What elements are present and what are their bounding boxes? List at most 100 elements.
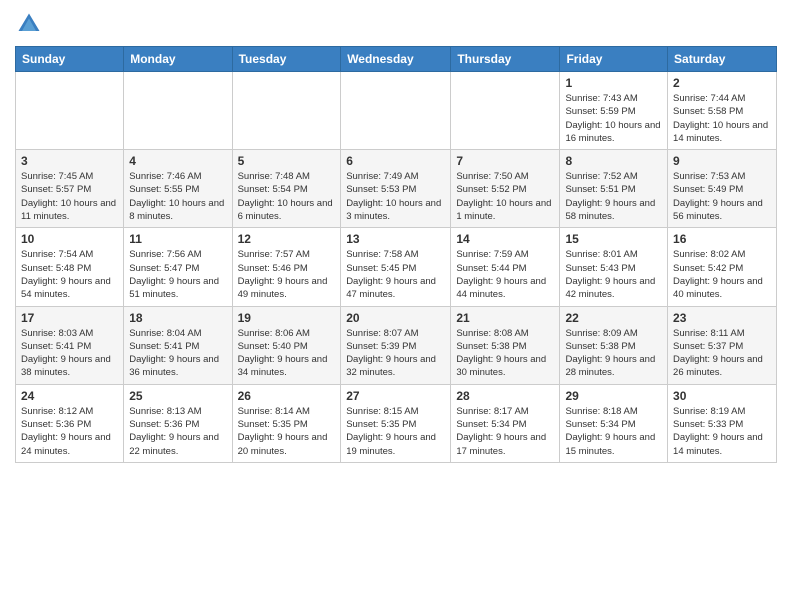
day-number: 8 <box>565 154 662 168</box>
day-number: 25 <box>129 389 226 403</box>
day-number: 21 <box>456 311 554 325</box>
day-number: 13 <box>346 232 445 246</box>
day-cell: 2Sunrise: 7:44 AM Sunset: 5:58 PM Daylig… <box>668 72 777 150</box>
day-number: 29 <box>565 389 662 403</box>
header-row: SundayMondayTuesdayWednesdayThursdayFrid… <box>16 47 777 72</box>
day-info: Sunrise: 7:48 AM Sunset: 5:54 PM Dayligh… <box>238 170 336 223</box>
day-cell: 17Sunrise: 8:03 AM Sunset: 5:41 PM Dayli… <box>16 306 124 384</box>
day-cell <box>341 72 451 150</box>
day-number: 30 <box>673 389 771 403</box>
day-number: 14 <box>456 232 554 246</box>
day-cell: 5 Sunrise: 7:48 AM Sunset: 5:54 PM Daylig… <box>232 150 341 228</box>
day-info: Sunrise: 7:59 AM Sunset: 5:44 PM Dayligh… <box>456 248 554 301</box>
day-info: Sunrise: 8:04 AM Sunset: 5:41 PM Dayligh… <box>129 327 226 380</box>
day-info: Sunrise: 8:03 AM Sunset: 5:41 PM Dayligh… <box>21 327 118 380</box>
day-info: Sunrise: 8:19 AM Sunset: 5:33 PM Dayligh… <box>673 405 771 458</box>
day-cell: 9 Sunrise: 7:53 AM Sunset: 5:49 PM Daylig… <box>668 150 777 228</box>
day-cell: 27 Sunrise: 8:15 AM Sunset: 5:35 PM Dayli… <box>341 384 451 462</box>
day-info: Sunrise: 8:15 AM Sunset: 5:35 PM Dayligh… <box>346 405 445 458</box>
day-cell: 7 Sunrise: 7:50 AM Sunset: 5:52 PM Daylig… <box>451 150 560 228</box>
day-number: 11 <box>129 232 226 246</box>
day-cell: 3Sunrise: 7:45 AM Sunset: 5:57 PM Daylig… <box>16 150 124 228</box>
day-info: Sunrise: 7:54 AM Sunset: 5:48 PM Dayligh… <box>21 248 118 301</box>
day-number: 24 <box>21 389 118 403</box>
day-number: 16 <box>673 232 771 246</box>
week-row-2: 3Sunrise: 7:45 AM Sunset: 5:57 PM Daylig… <box>16 150 777 228</box>
day-number: 9 <box>673 154 771 168</box>
day-header-friday: Friday <box>560 47 668 72</box>
day-cell: 13 Sunrise: 7:58 AM Sunset: 5:45 PM Dayli… <box>341 228 451 306</box>
week-row-4: 17Sunrise: 8:03 AM Sunset: 5:41 PM Dayli… <box>16 306 777 384</box>
day-cell: 6 Sunrise: 7:49 AM Sunset: 5:53 PM Daylig… <box>341 150 451 228</box>
day-header-monday: Monday <box>124 47 232 72</box>
day-cell: 8 Sunrise: 7:52 AM Sunset: 5:51 PM Daylig… <box>560 150 668 228</box>
day-info: Sunrise: 8:17 AM Sunset: 5:34 PM Dayligh… <box>456 405 554 458</box>
day-info: Sunrise: 7:52 AM Sunset: 5:51 PM Dayligh… <box>565 170 662 223</box>
day-info: Sunrise: 8:14 AM Sunset: 5:35 PM Dayligh… <box>238 405 336 458</box>
day-info: Sunrise: 8:12 AM Sunset: 5:36 PM Dayligh… <box>21 405 118 458</box>
day-info: Sunrise: 8:01 AM Sunset: 5:43 PM Dayligh… <box>565 248 662 301</box>
day-info: Sunrise: 7:50 AM Sunset: 5:52 PM Dayligh… <box>456 170 554 223</box>
day-info: Sunrise: 8:09 AM Sunset: 5:38 PM Dayligh… <box>565 327 662 380</box>
calendar-header: SundayMondayTuesdayWednesdayThursdayFrid… <box>16 47 777 72</box>
day-cell <box>16 72 124 150</box>
day-number: 5 <box>238 154 336 168</box>
day-cell: 4 Sunrise: 7:46 AM Sunset: 5:55 PM Daylig… <box>124 150 232 228</box>
day-cell: 28 Sunrise: 8:17 AM Sunset: 5:34 PM Dayli… <box>451 384 560 462</box>
day-cell: 10 Sunrise: 7:54 AM Sunset: 5:48 PM Dayli… <box>16 228 124 306</box>
day-number: 10 <box>21 232 118 246</box>
day-cell: 15 Sunrise: 8:01 AM Sunset: 5:43 PM Dayli… <box>560 228 668 306</box>
day-info: Sunrise: 8:18 AM Sunset: 5:34 PM Dayligh… <box>565 405 662 458</box>
day-info: Sunrise: 7:56 AM Sunset: 5:47 PM Dayligh… <box>129 248 226 301</box>
day-number: 4 <box>129 154 226 168</box>
day-header-sunday: Sunday <box>16 47 124 72</box>
day-info: Sunrise: 7:58 AM Sunset: 5:45 PM Dayligh… <box>346 248 445 301</box>
day-cell: 24 Sunrise: 8:12 AM Sunset: 5:36 PM Dayli… <box>16 384 124 462</box>
day-header-tuesday: Tuesday <box>232 47 341 72</box>
day-cell: 11 Sunrise: 7:56 AM Sunset: 5:47 PM Dayli… <box>124 228 232 306</box>
calendar-body: 1 Sunrise: 7:43 AM Sunset: 5:59 PM Daylig… <box>16 72 777 463</box>
day-number: 27 <box>346 389 445 403</box>
logo <box>15 10 47 38</box>
week-row-1: 1 Sunrise: 7:43 AM Sunset: 5:59 PM Daylig… <box>16 72 777 150</box>
day-header-thursday: Thursday <box>451 47 560 72</box>
day-cell: 14 Sunrise: 7:59 AM Sunset: 5:44 PM Dayli… <box>451 228 560 306</box>
day-cell <box>451 72 560 150</box>
day-cell: 29 Sunrise: 8:18 AM Sunset: 5:34 PM Dayli… <box>560 384 668 462</box>
day-number: 1 <box>565 76 662 90</box>
page: SundayMondayTuesdayWednesdayThursdayFrid… <box>0 0 792 612</box>
day-header-saturday: Saturday <box>668 47 777 72</box>
day-cell: 30 Sunrise: 8:19 AM Sunset: 5:33 PM Dayli… <box>668 384 777 462</box>
day-info: Sunrise: 8:13 AM Sunset: 5:36 PM Dayligh… <box>129 405 226 458</box>
day-info: Sunrise: 7:57 AM Sunset: 5:46 PM Dayligh… <box>238 248 336 301</box>
day-cell: 1 Sunrise: 7:43 AM Sunset: 5:59 PM Daylig… <box>560 72 668 150</box>
day-info: Sunrise: 7:44 AM Sunset: 5:58 PM Dayligh… <box>673 92 771 145</box>
day-number: 23 <box>673 311 771 325</box>
day-cell <box>232 72 341 150</box>
day-cell: 18Sunrise: 8:04 AM Sunset: 5:41 PM Dayli… <box>124 306 232 384</box>
week-row-5: 24 Sunrise: 8:12 AM Sunset: 5:36 PM Dayli… <box>16 384 777 462</box>
day-info: Sunrise: 7:53 AM Sunset: 5:49 PM Dayligh… <box>673 170 771 223</box>
day-number: 15 <box>565 232 662 246</box>
day-number: 7 <box>456 154 554 168</box>
day-info: Sunrise: 7:46 AM Sunset: 5:55 PM Dayligh… <box>129 170 226 223</box>
day-info: Sunrise: 8:02 AM Sunset: 5:42 PM Dayligh… <box>673 248 771 301</box>
day-number: 19 <box>238 311 336 325</box>
day-info: Sunrise: 7:49 AM Sunset: 5:53 PM Dayligh… <box>346 170 445 223</box>
header <box>15 10 777 38</box>
day-cell: 19 Sunrise: 8:06 AM Sunset: 5:40 PM Dayli… <box>232 306 341 384</box>
day-info: Sunrise: 8:06 AM Sunset: 5:40 PM Dayligh… <box>238 327 336 380</box>
day-number: 6 <box>346 154 445 168</box>
day-cell <box>124 72 232 150</box>
day-number: 3 <box>21 154 118 168</box>
week-row-3: 10 Sunrise: 7:54 AM Sunset: 5:48 PM Dayli… <box>16 228 777 306</box>
day-number: 28 <box>456 389 554 403</box>
day-info: Sunrise: 8:11 AM Sunset: 5:37 PM Dayligh… <box>673 327 771 380</box>
day-cell: 26Sunrise: 8:14 AM Sunset: 5:35 PM Dayli… <box>232 384 341 462</box>
day-info: Sunrise: 8:08 AM Sunset: 5:38 PM Dayligh… <box>456 327 554 380</box>
day-info: Sunrise: 7:43 AM Sunset: 5:59 PM Dayligh… <box>565 92 662 145</box>
day-cell: 22Sunrise: 8:09 AM Sunset: 5:38 PM Dayli… <box>560 306 668 384</box>
day-number: 12 <box>238 232 336 246</box>
day-cell: 25 Sunrise: 8:13 AM Sunset: 5:36 PM Dayli… <box>124 384 232 462</box>
day-cell: 12 Sunrise: 7:57 AM Sunset: 5:46 PM Dayli… <box>232 228 341 306</box>
